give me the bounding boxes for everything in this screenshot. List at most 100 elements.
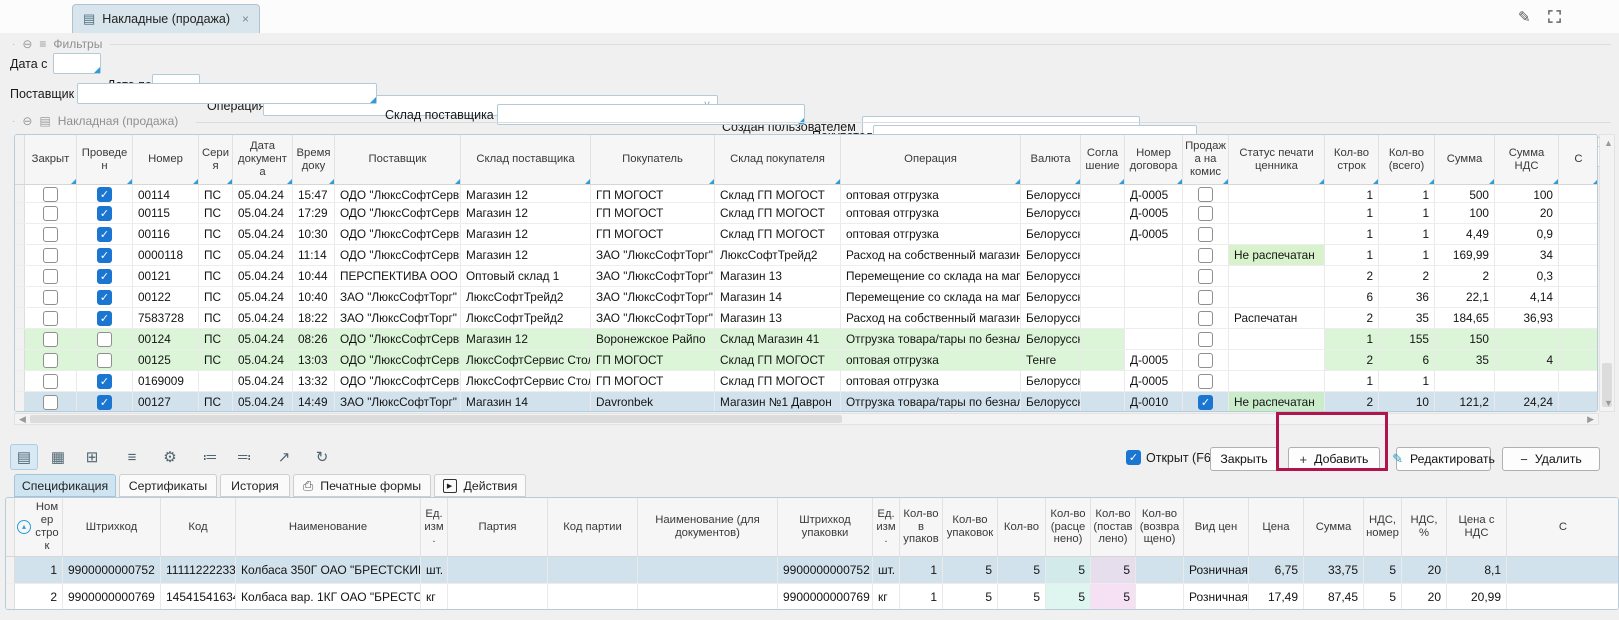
- tab-print-forms[interactable]: ⎙Печатные формы: [293, 474, 431, 497]
- invoice-row[interactable]: ✓00114ПС05.04.2415:47ОДО "ЛюксСофтСервис…: [15, 185, 1597, 203]
- approved-checkbox[interactable]: ✓: [97, 374, 112, 389]
- invoice-row[interactable]: ✓016900905.04.2413:32ОДО "ЛюксСофтСервис…: [15, 371, 1597, 392]
- closed-checkbox[interactable]: [43, 206, 58, 221]
- commission-checkbox[interactable]: [1198, 311, 1213, 326]
- closed-checkbox[interactable]: [43, 290, 58, 305]
- column-header[interactable]: Штрихкод: [63, 498, 161, 557]
- column-header[interactable]: Код: [161, 498, 236, 557]
- filter-lines-icon[interactable]: ≡: [39, 37, 46, 51]
- vertical-scrollbar[interactable]: ▲ ▼: [1599, 134, 1615, 412]
- tab-specification[interactable]: Спецификация: [14, 474, 116, 497]
- column-header[interactable]: Номер: [133, 135, 199, 185]
- approved-checkbox[interactable]: ✓: [97, 269, 112, 284]
- column-header[interactable]: НДС, %: [1402, 498, 1447, 557]
- approved-checkbox[interactable]: ✓: [97, 311, 112, 326]
- closed-checkbox[interactable]: [43, 353, 58, 368]
- tab-invoices-sale[interactable]: ▤ Накладные (продажа) ×: [72, 4, 260, 33]
- column-header[interactable]: Штрихкод упаковки: [778, 498, 873, 557]
- tab-close-icon[interactable]: ×: [242, 12, 249, 26]
- closed-checkbox[interactable]: [43, 227, 58, 242]
- column-header[interactable]: Время доку: [293, 135, 335, 185]
- close-button[interactable]: Закрыть: [1210, 447, 1278, 471]
- column-header[interactable]: Серия: [199, 135, 233, 185]
- closed-checkbox[interactable]: [43, 332, 58, 347]
- collapse-icon[interactable]: ⊖: [22, 114, 32, 128]
- closed-checkbox[interactable]: [43, 395, 58, 410]
- invoice-row[interactable]: 00125ПС05.04.2413:03ОДО "ЛюксСофтСервисЛ…: [15, 350, 1597, 371]
- invoice-row[interactable]: ✓00127ПС05.04.2414:49ЗАО "ЛюксСофтТорг"М…: [15, 392, 1597, 412]
- column-header[interactable]: Цена с НДС: [1447, 498, 1507, 557]
- column-header[interactable]: Склад поставщика: [461, 135, 591, 185]
- column-header[interactable]: Код партии: [548, 498, 638, 557]
- column-header[interactable]: Цена: [1249, 498, 1304, 557]
- column-header[interactable]: Номер договора: [1125, 135, 1183, 185]
- tab-actions[interactable]: ▶Действия: [434, 474, 526, 497]
- column-header[interactable]: Статус печати ценника: [1229, 135, 1325, 185]
- commission-checkbox[interactable]: [1198, 269, 1213, 284]
- column-header[interactable]: Ед. изм.: [421, 498, 448, 557]
- commission-checkbox[interactable]: [1198, 227, 1213, 242]
- approved-checkbox[interactable]: ✓: [97, 227, 112, 242]
- scrollbar-thumb[interactable]: [30, 415, 842, 423]
- commission-checkbox[interactable]: [1198, 353, 1213, 368]
- spec-row[interactable]: 1990000000075211111222233Колбаса 350Г ОА…: [6, 557, 1618, 584]
- approved-checkbox[interactable]: ✓: [97, 395, 112, 410]
- column-header[interactable]: Покупатель: [591, 135, 715, 185]
- column-header[interactable]: С: [1507, 498, 1619, 557]
- column-header[interactable]: Партия: [448, 498, 548, 557]
- closed-checkbox[interactable]: [43, 311, 58, 326]
- approved-checkbox[interactable]: ✓: [97, 206, 112, 221]
- commission-checkbox[interactable]: [1198, 290, 1213, 305]
- commission-checkbox[interactable]: [1198, 248, 1213, 263]
- approved-checkbox[interactable]: ✓: [97, 187, 112, 202]
- column-header[interactable]: Наименование (для документов): [638, 498, 778, 557]
- approved-checkbox[interactable]: [97, 332, 112, 347]
- commission-checkbox[interactable]: [1198, 374, 1213, 389]
- scroll-right-icon[interactable]: ▶: [1587, 415, 1594, 424]
- closed-checkbox[interactable]: [43, 269, 58, 284]
- invoice-row[interactable]: ✓00116ПС05.04.2410:30ОДО "ЛюксСофтСервис…: [15, 224, 1597, 245]
- collapse-icon[interactable]: ⊖: [22, 37, 32, 51]
- column-header[interactable]: Кол-во (всего): [1379, 135, 1435, 185]
- expand-icon[interactable]: [1547, 9, 1562, 24]
- column-header[interactable]: Соглашение: [1081, 135, 1125, 185]
- column-header[interactable]: Кол-во (расценено): [1046, 498, 1091, 557]
- approved-checkbox[interactable]: ✓: [97, 290, 112, 305]
- scroll-left-icon[interactable]: ◀: [19, 415, 26, 424]
- closed-checkbox[interactable]: [43, 187, 58, 202]
- add-button[interactable]: +Добавить: [1288, 447, 1380, 471]
- column-header[interactable]: Сумма: [1435, 135, 1495, 185]
- invoice-row[interactable]: ✓7583728ПС05.04.2418:22ЗАО "ЛюксСофтТорг…: [15, 308, 1597, 329]
- column-header[interactable]: Кол-во строк: [1325, 135, 1379, 185]
- scroll-down-icon[interactable]: ▼: [1604, 399, 1613, 408]
- invoice-row[interactable]: 00124ПС05.04.2408:26ОДО "ЛюксСофтСервисМ…: [15, 329, 1597, 350]
- scroll-up-icon[interactable]: ▲: [1604, 139, 1613, 148]
- closed-checkbox[interactable]: [43, 248, 58, 263]
- approved-checkbox[interactable]: [97, 353, 112, 368]
- column-header[interactable]: Склад покупателя: [715, 135, 841, 185]
- horizontal-scrollbar[interactable]: ◀ ▶: [14, 413, 1599, 425]
- column-header[interactable]: Валюта: [1021, 135, 1081, 185]
- column-header[interactable]: Дата документа: [233, 135, 293, 185]
- sort-ascending-icon[interactable]: ▴: [17, 520, 31, 534]
- column-header[interactable]: Кол-во в упаков: [900, 498, 943, 557]
- column-header[interactable]: Закрыт: [25, 135, 77, 185]
- column-header[interactable]: Операция: [841, 135, 1021, 185]
- edit-button[interactable]: ✎Редактировать: [1396, 447, 1491, 471]
- column-header[interactable]: Кол-во: [998, 498, 1046, 557]
- column-header[interactable]: Наименование: [236, 498, 421, 557]
- delete-button[interactable]: −Удалить: [1502, 447, 1600, 471]
- invoice-row[interactable]: ✓00122ПС05.04.2410:40ЗАО "ЛюксСофтТорг"Л…: [15, 287, 1597, 308]
- closed-checkbox[interactable]: [43, 374, 58, 389]
- column-header[interactable]: ▴Номер строк: [15, 498, 63, 557]
- invoice-row[interactable]: ✓0000118ПС05.04.2411:14ОДО "ЛюксСофтСерв…: [15, 245, 1597, 266]
- column-header[interactable]: Продажа на комис: [1183, 135, 1229, 185]
- commission-checkbox[interactable]: [1198, 187, 1213, 202]
- column-header[interactable]: Сумма НДС: [1495, 135, 1559, 185]
- invoice-row[interactable]: ✓00121ПС05.04.2410:44ПЕРСПЕКТИВА ООООпто…: [15, 266, 1597, 287]
- column-header[interactable]: Сумма: [1304, 498, 1364, 557]
- spec-row[interactable]: 2990000000076914541541634Колбаса вар. 1К…: [6, 584, 1618, 610]
- filter-input[interactable]: [77, 83, 377, 104]
- column-header[interactable]: Вид цен: [1184, 498, 1249, 557]
- filter-input[interactable]: [53, 53, 101, 74]
